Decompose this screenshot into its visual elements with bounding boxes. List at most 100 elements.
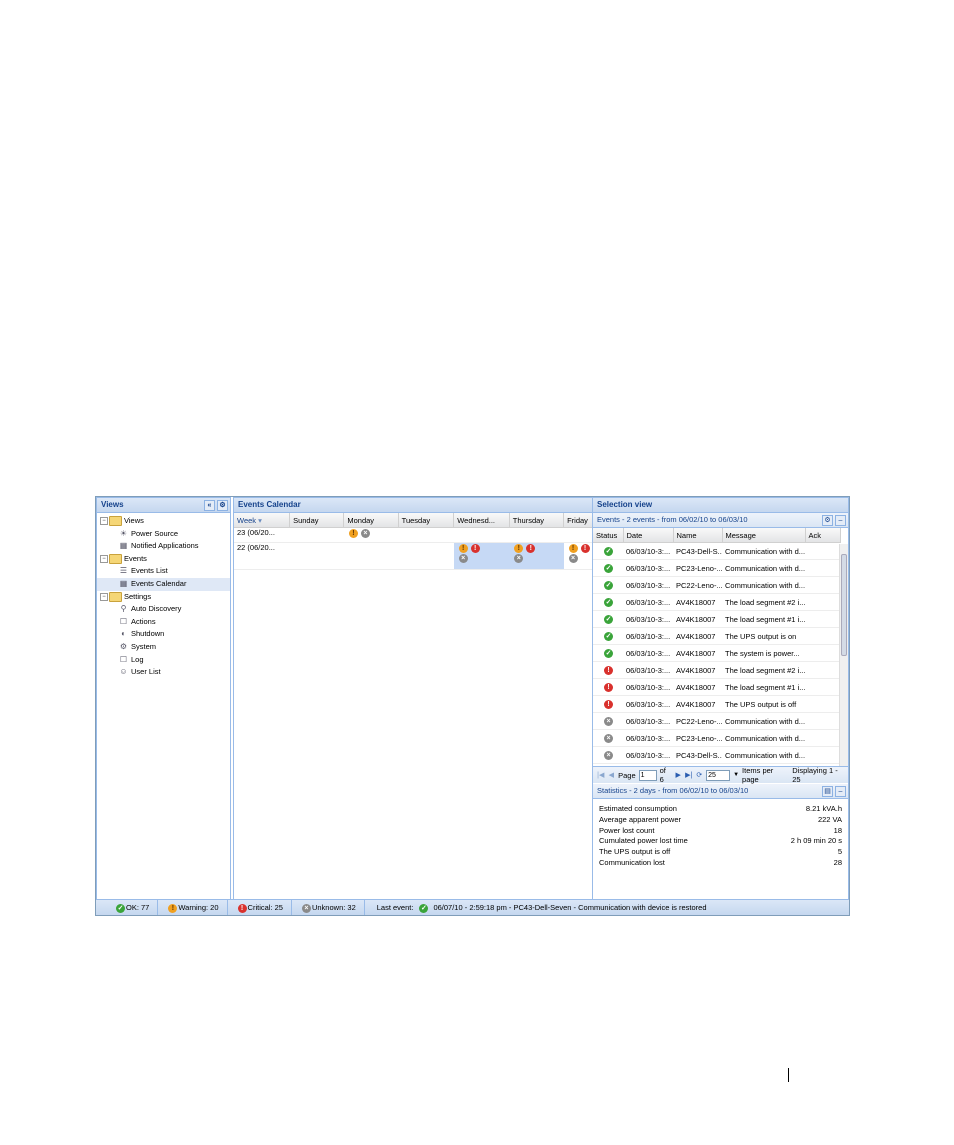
warning-icon[interactable]: ! [514, 544, 524, 554]
unknown-icon[interactable]: × [360, 529, 370, 539]
status-ok[interactable]: ✓ OK: 77 [96, 900, 159, 915]
event-ack-cell[interactable] [805, 542, 840, 560]
status-unknown[interactable]: × Unknown: 32 [292, 900, 365, 915]
calendar-day-cell[interactable] [289, 542, 344, 570]
event-row[interactable]: × 06/03/10-3:... PC23-Leno-... Communicatio… [593, 729, 840, 747]
event-row[interactable]: ✓ 06/03/10-3:... PC22-Leno-... Communicatio… [593, 576, 840, 594]
calendar-column-header[interactable]: Tuesday [398, 513, 455, 528]
event-row[interactable]: ! 06/03/10-3:... AV4K18007 The UPS output i… [593, 695, 840, 713]
tree-item-actions[interactable]: ☐ Actions [97, 616, 230, 629]
sort-desc-icon[interactable]: ▾ [256, 516, 262, 525]
event-ack-cell[interactable] [805, 695, 840, 713]
event-ack-cell[interactable] [805, 559, 840, 577]
ok-icon: ✓ [604, 547, 613, 556]
event-row[interactable]: ✓ 06/03/10-3:... AV4K18007 The load segment… [593, 593, 840, 611]
last-page-icon[interactable]: ▶| [685, 771, 693, 779]
events-scrollbar[interactable] [839, 544, 848, 766]
event-ack-cell[interactable] [805, 712, 840, 730]
minimize-icon[interactable]: – [835, 786, 846, 797]
calendar-day-cell[interactable] [453, 527, 510, 543]
status-critical[interactable]: ! Critical: 25 [228, 900, 292, 915]
calendar-day-cell[interactable]: !! × [509, 542, 564, 570]
warning-icon[interactable]: ! [458, 544, 468, 554]
calendar-day-cell[interactable] [398, 542, 454, 570]
tree-item-events-list[interactable]: ☰ Events List [97, 565, 230, 578]
first-page-icon[interactable]: |◀ [597, 771, 605, 779]
page-input[interactable] [638, 769, 657, 781]
event-row[interactable]: ✓ 06/03/10-3:... AV4K18007 The load segment… [593, 610, 840, 628]
collapse-toggle-icon[interactable]: − [100, 554, 108, 563]
calendar-day-cell[interactable] [343, 542, 399, 570]
event-ack-cell[interactable] [805, 610, 840, 628]
event-ack-cell[interactable] [805, 729, 840, 747]
unknown-icon[interactable]: × [514, 554, 524, 564]
critical-icon[interactable]: ! [470, 544, 480, 554]
tree-item-auto-discovery[interactable]: ⚲ Auto Discovery [97, 603, 230, 616]
event-row[interactable]: ✓ 06/03/10-3:... AV4K18007 The system is po… [593, 644, 840, 662]
tree-item-power-source[interactable]: ☀ Power Source [97, 528, 230, 541]
calendar-day-cell[interactable]: !! × [453, 542, 510, 570]
tree-item-views[interactable]: − Views [97, 515, 230, 528]
events-column-header[interactable]: Name [673, 528, 723, 543]
collapse-toggle-icon[interactable]: − [100, 517, 108, 526]
log-icon: ☐ [119, 654, 128, 664]
event-ack-cell[interactable] [805, 678, 840, 696]
next-page-icon[interactable]: ▶ [674, 771, 682, 779]
gear-icon[interactable]: ⚙ [822, 515, 833, 526]
event-ack-cell[interactable] [805, 576, 840, 594]
tree-item-user-list[interactable]: ☺ User List [97, 666, 230, 679]
tree-item-shutdown[interactable]: ◐ Shutdown [97, 628, 230, 641]
chevron-down-icon[interactable]: ▼ [733, 772, 739, 778]
tree-item-log[interactable]: ☐ Log [97, 654, 230, 667]
event-row[interactable]: × 06/03/10-3:... PC22-Leno-... Communicatio… [593, 712, 840, 730]
event-ack-cell[interactable] [805, 644, 840, 662]
prev-page-icon[interactable]: ◀ [608, 771, 616, 779]
unknown-icon[interactable]: × [568, 554, 578, 564]
warning-icon[interactable]: ! [348, 529, 358, 539]
week-label[interactable]: 22 (06/20... [234, 542, 290, 570]
scrollbar-thumb[interactable] [841, 554, 847, 656]
calendar-day-cell[interactable] [289, 527, 344, 543]
events-column-header[interactable]: Status [593, 528, 624, 543]
collapse-left-icon[interactable]: « [204, 500, 215, 511]
calendar-column-header[interactable]: Wednesd... [453, 513, 510, 528]
tree-item-settings[interactable]: − Settings [97, 591, 230, 604]
refresh-icon[interactable]: ⟳ [696, 771, 704, 779]
event-row[interactable]: ! 06/03/10-3:... AV4K18007 The load segment… [593, 678, 840, 696]
events-column-header[interactable]: Date [623, 528, 674, 543]
event-row[interactable]: ✓ 06/03/10-3:... PC43-Dell-S... Communicati… [593, 542, 840, 560]
status-warning[interactable]: ! Warning: 20 [158, 900, 228, 915]
critical-icon[interactable]: ! [526, 544, 536, 554]
calendar-day-cell[interactable]: ! × [343, 527, 399, 543]
week-label[interactable]: 23 (06/20... [234, 527, 290, 543]
event-ack-cell[interactable] [805, 627, 840, 645]
events-column-header[interactable]: Message [722, 528, 806, 543]
critical-icon[interactable]: ! [580, 544, 590, 554]
event-status-cell: ! [593, 678, 623, 696]
calendar-day-cell[interactable] [398, 527, 454, 543]
grid-icon[interactable]: ▤ [822, 786, 833, 797]
tree-item-notified-applications[interactable]: ▦ Notified Applications [97, 540, 230, 553]
tree-item-system[interactable]: ⚙ System [97, 641, 230, 654]
calendar-column-header[interactable]: Sunday [289, 513, 345, 528]
tree-item-events-calendar[interactable]: ▦ Events Calendar [97, 577, 230, 591]
calendar-column-header[interactable]: Week ▾ [234, 513, 291, 528]
event-ack-cell[interactable] [805, 593, 840, 611]
minimize-icon[interactable]: – [835, 515, 846, 526]
page-size-select[interactable] [706, 769, 731, 781]
event-row[interactable]: ! 06/03/10-3:... AV4K18007 The load segment… [593, 661, 840, 679]
events-column-header[interactable]: Ack [805, 528, 841, 543]
event-row[interactable]: ✓ 06/03/10-3:... PC23-Leno-... Communicatio… [593, 559, 840, 577]
calendar-day-cell[interactable] [509, 527, 564, 543]
warning-icon[interactable]: ! [568, 544, 578, 554]
calendar-column-header[interactable]: Thursday [509, 513, 565, 528]
calendar-column-header[interactable]: Monday [343, 513, 399, 528]
tree-item-events[interactable]: − Events [97, 553, 230, 566]
event-ack-cell[interactable] [805, 661, 840, 679]
unknown-icon[interactable]: × [458, 554, 468, 564]
collapse-toggle-icon[interactable]: − [100, 592, 108, 601]
event-row[interactable]: ✓ 06/03/10-3:... AV4K18007 The UPS output i… [593, 627, 840, 645]
event-ack-cell[interactable] [805, 746, 840, 764]
event-row[interactable]: × 06/03/10-3:... PC43-Dell-S... Communicati… [593, 746, 840, 764]
gear-icon[interactable]: ⚙ [217, 500, 228, 511]
